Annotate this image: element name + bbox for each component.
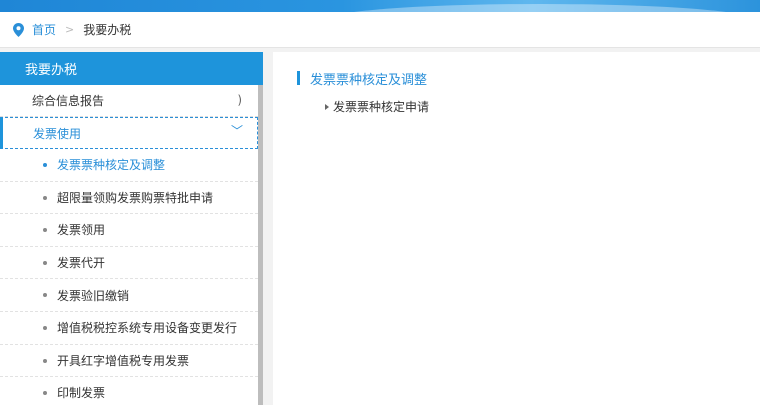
sidebar-item-label: 综合信息报告 [32,94,105,108]
breadcrumb-current: 我要办税 [83,23,132,37]
main-content: 发票票种核定及调整 发票票种核定申请 [273,52,760,405]
section-marker [297,71,300,85]
breadcrumb-separator: > [65,23,75,36]
section-title-text: 发票票种核定及调整 [310,72,428,88]
submenu-item-tax-control-device[interactable]: 增值税税控系统专用设备变更发行 [0,312,258,345]
sidebar-menu: 综合信息报告 ) 发票使用 ﹀ 发票票种核定及调整 超限量领购发票购票特批申请 … [0,85,258,405]
chevron-right-icon: ) [237,93,242,107]
triangle-right-icon [325,103,329,110]
chevron-down-icon: ﹀ [230,124,243,138]
submenu-item-invoice-collection[interactable]: 发票领用 [0,214,258,247]
top-banner [0,0,760,12]
breadcrumb: 首页 > 我要办税 [0,12,760,48]
sidebar-item-comprehensive-report[interactable]: 综合信息报告 ) [0,85,258,117]
sidebar: 我要办税 综合信息报告 ) 发票使用 ﹀ 发票票种核定及调整 超限量领购发票购票… [0,52,263,405]
submenu-item-invoice-type-approval[interactable]: 发票票种核定及调整 [0,149,258,182]
section-title: 发票票种核定及调整 [297,70,428,88]
sidebar-item-invoice-use[interactable]: 发票使用 ﹀ [0,117,258,149]
submenu-item-print-invoice[interactable]: 印制发票 [0,377,258,405]
submenu-item-red-invoice[interactable]: 开具红字增值税专用发票 [0,345,258,378]
submenu-item-over-limit-purchase[interactable]: 超限量领购发票购票特批申请 [0,182,258,215]
banner-wave-decoration [330,4,750,12]
sidebar-title: 我要办税 [0,52,263,85]
link-invoice-type-application[interactable]: 发票票种核定申请 [325,98,429,115]
submenu-item-invoice-verification[interactable]: 发票验旧缴销 [0,279,258,312]
sidebar-scrollbar[interactable] [258,85,263,405]
submenu-item-invoice-proxy-issue[interactable]: 发票代开 [0,247,258,280]
breadcrumb-home-link[interactable]: 首页 [32,21,56,38]
sidebar-item-label: 发票使用 [33,126,82,141]
location-pin-icon [13,22,24,37]
link-label: 发票票种核定申请 [333,100,430,114]
